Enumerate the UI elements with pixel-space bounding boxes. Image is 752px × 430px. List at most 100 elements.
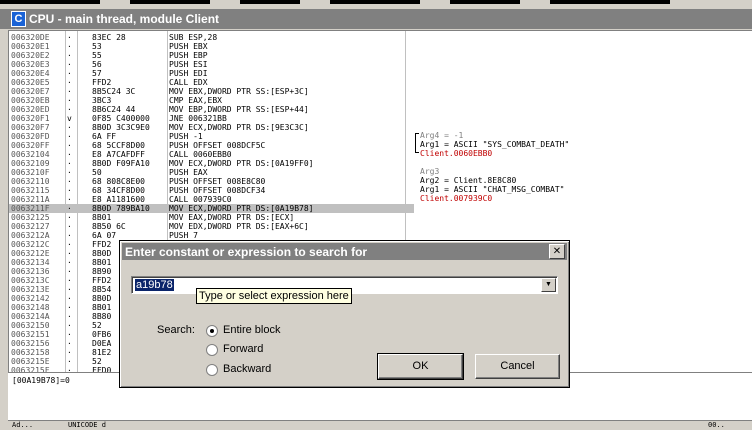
disasm-row[interactable]: 00632127 · 8B50 6C MOV EDX,DWORD PTR DS:[EA… [9,222,414,231]
disasm-row[interactable]: 006320E3 · 56 PUSH ESI [9,60,414,69]
disasm-mark: · [67,177,72,186]
disasm-mark: · [67,294,72,303]
disasm-mark: · [67,141,72,150]
disasm-addr: 00632125 [11,213,50,222]
disasm-addr: 0063212E [11,249,50,258]
toolbar-segment [550,0,670,4]
disasm-addr: 006320E3 [11,60,50,69]
radio-forward[interactable] [206,344,218,356]
disasm-addr: 00632115 [11,186,50,195]
disasm-addr: 0063211F [11,204,50,213]
disasm-addr: 00632148 [11,303,50,312]
disasm-addr: 006320E5 [11,78,50,87]
disasm-addr: 00632158 [11,348,50,357]
disasm-mark: · [67,339,72,348]
disasm-row[interactable]: 00632109 · 8B0D F09FA10 MOV ECX,DWORD PTR D… [9,159,414,168]
disasm-row[interactable]: 006320ED · 8B6C24 44 MOV EBP,DWORD PTR SS:[… [9,105,414,114]
disasm-addr: 0063210F [11,168,50,177]
disasm-mark: · [67,42,72,51]
disasm-row[interactable]: 006320FD · 6A FF PUSH -1 [9,132,414,141]
disasm-mark: · [67,258,72,267]
disasm-dis: PUSH OFFSET 008DCF34 [169,186,266,195]
comment-call-client: Client.0060EBB0 [420,149,493,158]
radio-entire-block-label[interactable]: Entire block [223,324,280,336]
disasm-addr: 00632156 [11,339,50,348]
disasm-dis: MOV EBP,DWORD PTR SS:[ESP+44] [169,105,309,114]
disasm-row[interactable]: 006320E5 · FFD2 CALL EDX [9,78,414,87]
cpu-window-titlebar[interactable]: C CPU - main thread, module Client [0,9,752,29]
info-line: [00A19B78]=0 [12,376,70,385]
disasm-row[interactable]: 0063211A · E8 A1181600 CALL 007939C0 [9,195,414,204]
disasm-dis: PUSH ESI [169,60,208,69]
search-dialog: Enter constant or expression to search f… [119,240,570,388]
disasm-hex: FFD2 [92,276,112,285]
radio-backward[interactable] [206,364,218,376]
disasm-hex: 8B0D [92,249,112,258]
disasm-row[interactable]: 00632104 · E8 A7CAFDFF CALL 0060EBB0 [9,150,414,159]
toolbar-segment [0,0,100,4]
dialog-title: Enter constant or expression to search f… [125,245,368,259]
disasm-row[interactable]: 006320E7 · 8B5C24 3C MOV EBX,DWORD PTR SS:[… [9,87,414,96]
disasm-dis: PUSH EBX [169,42,208,51]
arg-bracket [415,133,419,153]
disasm-row[interactable]: 006320FF · 68 5CCF8D00 PUSH OFFSET 008DCF5C [9,141,414,150]
cpu-window-icon: C [11,11,26,27]
comment-arg1-sys: Arg1 = ASCII "SYS_COMBAT_DEATH" [420,140,570,149]
disasm-dis: MOV EDX,DWORD PTR DS:[EAX+6C] [169,222,309,231]
disasm-addr: 00632142 [11,294,50,303]
disasm-hex: 81E2 [92,348,112,357]
disasm-row[interactable]: 006320F7 · 8B0D 3C3C9E0 MOV ECX,DWORD PTR D… [9,123,414,132]
disasm-row-selected[interactable]: 0063211F · 8B0D 789BA10 MOV ECX,DWORD PTR D… [9,204,414,213]
disasm-hex: 0F85 C400000 [92,114,150,123]
disasm-row[interactable]: 006320E2 · 55 PUSH EBP [9,51,414,60]
disasm-dis: CALL EDX [169,78,208,87]
radio-backward-label[interactable]: Backward [223,363,271,375]
disasm-addr: 0063214A [11,312,50,321]
disasm-addr: 00632109 [11,159,50,168]
disasm-mark: · [67,51,72,60]
disasm-mark: · [67,231,72,240]
disasm-addr: 006320E2 [11,51,50,60]
disasm-dis: PUSH 7 [169,231,198,240]
disasm-mark: · [67,105,72,114]
disasm-addr: 0063212C [11,240,50,249]
disasm-row[interactable]: 006320EB · 3BC3 CMP EAX,EBX [9,96,414,105]
disasm-hex: 6A 07 [92,231,117,240]
dialog-titlebar[interactable]: Enter constant or expression to search f… [122,243,567,260]
disasm-row[interactable]: 0063212A · 6A 07 PUSH 7 [9,231,414,240]
disasm-row[interactable]: 006320E4 · 57 PUSH EDI [9,69,414,78]
disasm-row[interactable]: 00632115 · 68 34CF8D00 PUSH OFFSET 008DCF34 [9,186,414,195]
close-icon[interactable]: ✕ [549,244,565,259]
toolbar-segment [130,0,210,4]
disasm-row[interactable]: 0063210F · 50 PUSH EAX [9,168,414,177]
disasm-hex: 8B80 [92,312,112,321]
disasm-hex: 3BC3 [92,96,112,105]
disasm-addr: 006320E1 [11,42,50,51]
ok-button[interactable]: OK [377,353,464,380]
disasm-hex: 53 [92,42,102,51]
disasm-hex: 0FB6 [92,330,112,339]
disasm-mark: · [67,150,72,159]
disasm-addr: 00632150 [11,321,50,330]
disasm-addr: 00632127 [11,222,50,231]
disasm-dis: PUSH EDI [169,69,208,78]
disasm-row[interactable]: 00632125 · 8B01 MOV EAX,DWORD PTR DS:[ECX] [9,213,414,222]
disasm-addr: 006320E7 [11,87,50,96]
disasm-mark: · [67,249,72,258]
disasm-dis: PUSH EBP [169,51,208,60]
disasm-row[interactable]: 006320DE · 83EC 28 SUB ESP,28 [9,33,414,42]
disasm-row[interactable]: 006320F1 v 0F85 C400000 JNE 006321BB [9,114,414,123]
disasm-addr: 00632110 [11,177,50,186]
disasm-row[interactable]: 006320E1 · 53 PUSH EBX [9,42,414,51]
radio-entire-block[interactable] [206,325,218,337]
disasm-dis: CALL 007939C0 [169,195,232,204]
chevron-down-icon[interactable]: ▼ [541,278,556,292]
disasm-dis: JNE 006321BB [169,114,227,123]
disasm-row[interactable]: 00632110 · 68 808C8E00 PUSH OFFSET 008E8C80 [9,177,414,186]
radio-forward-label[interactable]: Forward [223,343,263,355]
disasm-mark: · [67,348,72,357]
cancel-button[interactable]: Cancel [475,354,560,379]
disasm-addr: 0063213C [11,276,50,285]
disasm-dis: CMP EAX,EBX [169,96,222,105]
expression-input-value[interactable]: a19b78 [135,279,174,291]
